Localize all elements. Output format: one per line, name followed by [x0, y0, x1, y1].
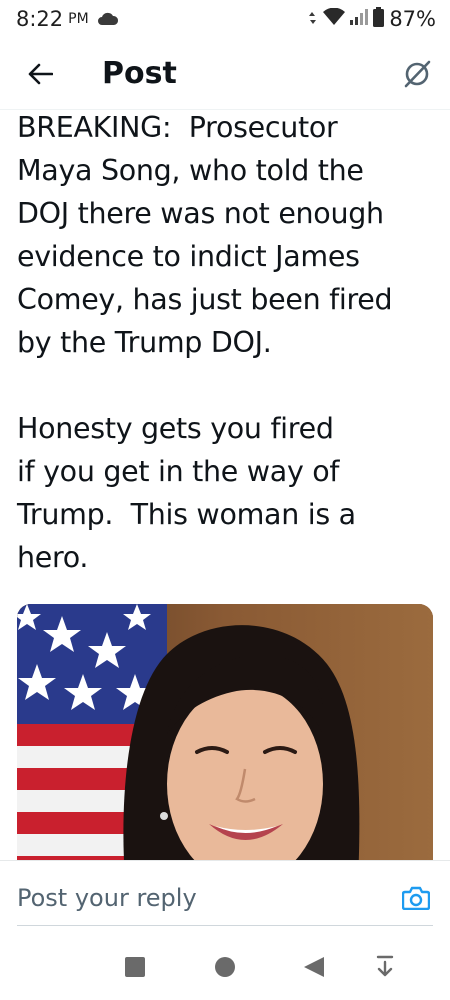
- back-nav-button[interactable]: [301, 954, 327, 980]
- cloud-icon: [97, 12, 119, 26]
- home-button[interactable]: [212, 954, 238, 980]
- camera-button[interactable]: [400, 883, 432, 913]
- back-button[interactable]: [22, 56, 58, 92]
- battery-icon: [373, 7, 385, 31]
- data-arrows-icon: [308, 10, 318, 29]
- camera-icon: [402, 886, 430, 910]
- reply-bar: [0, 860, 450, 934]
- status-bar: 8:22 PM 87%: [0, 0, 450, 38]
- recents-button[interactable]: [122, 954, 148, 980]
- grok-button[interactable]: [400, 57, 434, 91]
- reply-divider: [17, 925, 433, 926]
- status-indicators: 87%: [308, 0, 436, 38]
- status-ampm: PM: [68, 11, 89, 27]
- signal-icon: [350, 9, 369, 29]
- page-title: Post: [102, 56, 177, 91]
- portrait-image: [17, 604, 433, 860]
- hide-keyboard-button[interactable]: [372, 954, 398, 980]
- reply-input[interactable]: [17, 881, 377, 915]
- status-time: 8:22: [16, 7, 64, 31]
- wifi-icon: [323, 7, 346, 30]
- post-image[interactable]: [17, 604, 433, 860]
- grok-slash-icon: [404, 60, 431, 88]
- post-content: BREAKING: Prosecutor Maya Song, who told…: [0, 110, 450, 860]
- circle-icon: [215, 957, 235, 977]
- post-text: BREAKING: Prosecutor Maya Song, who told…: [17, 111, 393, 574]
- arrow-down-bar-icon: [376, 955, 394, 977]
- triangle-back-icon: [304, 957, 324, 977]
- square-icon: [125, 957, 145, 977]
- app-header: Post: [0, 38, 450, 110]
- arrow-left-icon: [28, 63, 53, 85]
- system-nav-bar: [0, 934, 450, 1000]
- battery-percent: 87%: [389, 7, 436, 31]
